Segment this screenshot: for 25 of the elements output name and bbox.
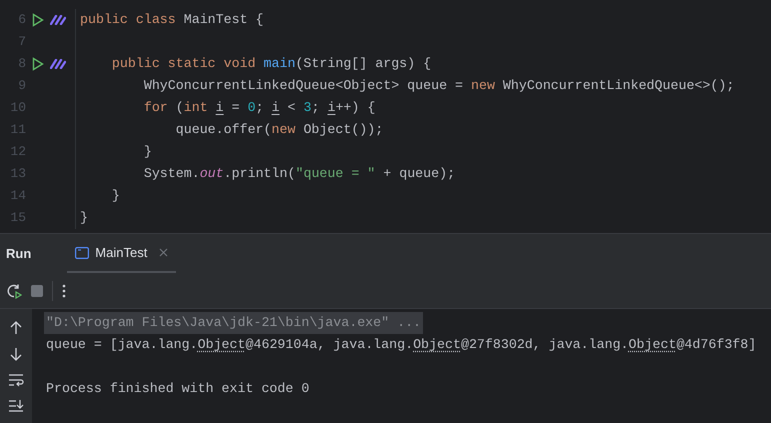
code-line: public static void main(String[] args) { [110,55,432,74]
down-arrow-icon[interactable] [9,347,23,361]
rerun-icon[interactable] [6,282,22,298]
code-line: WhyConcurrentLinkedQueue<Object> queue = new WhyConcurrentLinkedQueue<>(); [142,77,734,96]
stop-icon[interactable] [31,284,43,296]
output-line: queue = [java.lang.Object@4629104a, java.lang.Object@27f8302d, java.lang.Object@4d76f3f8] [45,337,756,352]
console-icon [75,246,90,258]
more-icon[interactable] [62,284,66,298]
panel-title: Run [5,244,32,263]
code-line: } [110,187,120,206]
output-line: Process finished with exit code 0 [45,381,310,396]
close-icon[interactable] [159,248,168,257]
stripes-icon[interactable] [50,59,66,69]
code-line: } [79,209,88,228]
code-line: } [142,143,152,162]
scroll-to-end-icon[interactable] [8,399,24,413]
up-arrow-icon[interactable] [9,321,23,335]
code-line: System.out.println("queue = " + queue); [142,165,456,184]
run-icon[interactable] [32,13,44,27]
code-line: public class MainTest { [79,11,264,30]
run-icon[interactable] [32,57,44,71]
code-line: for (int i = 0; i < 3; i++) { [142,99,376,118]
stripes-icon[interactable] [50,15,66,25]
code-line: queue.offer(new Object()); [174,121,384,140]
soft-wrap-icon[interactable] [8,373,24,387]
